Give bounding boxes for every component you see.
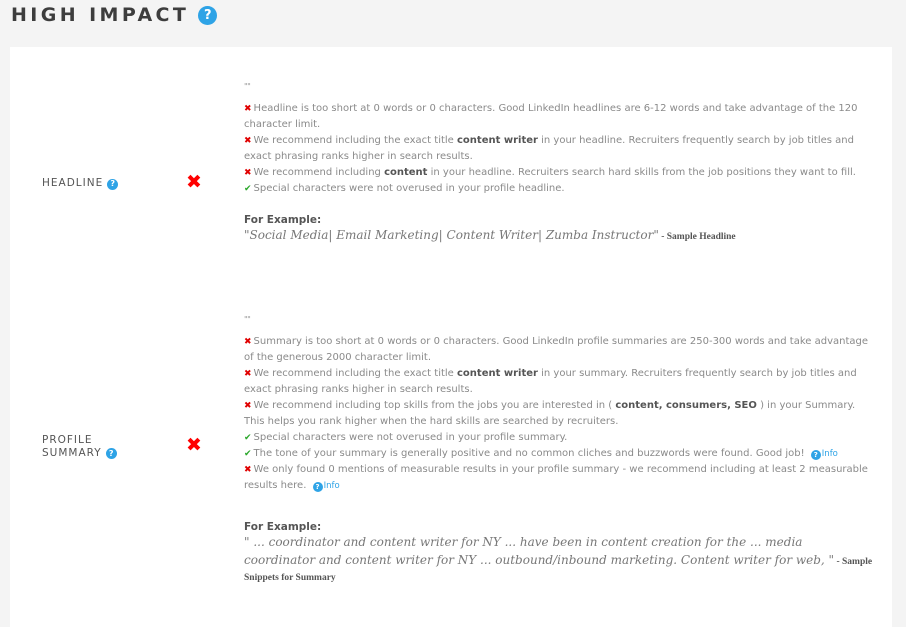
feedback-item: ✖ We recommend including the exact title …: [244, 133, 874, 165]
feedback-text: in your headline. Recruiters search hard…: [427, 167, 856, 178]
high-impact-panel: HEADLINE? ✖ "" ✖ Headline is too short at…: [10, 47, 892, 627]
headline-label-text: HEADLINE: [42, 177, 104, 189]
red-x-icon: ✖: [186, 434, 202, 456]
feedback-text: Headline is too short at 0 words or 0 ch…: [244, 103, 858, 130]
feedback-item: ✔ Special characters were not overused in…: [244, 181, 874, 197]
cross-icon: ✖: [244, 369, 252, 379]
info-link[interactable]: ? Info: [310, 481, 340, 492]
check-icon: ✔: [244, 433, 252, 443]
headline-feedback: "" ✖ Headline is too short at 0 words or …: [244, 79, 874, 245]
profile-summary-label: PROFILE SUMMARY?: [42, 434, 117, 460]
check-icon: ✔: [244, 449, 252, 459]
question-circle-icon: ?: [312, 482, 323, 492]
page-header: HIGH IMPACT ?: [11, 4, 218, 26]
feedback-text: We recommend including: [253, 167, 385, 178]
headline-current-value: "": [244, 82, 251, 91]
feedback-text: We recommend including the exact title: [253, 368, 457, 379]
feedback-item: ✖ We recommend including content in your …: [244, 165, 874, 181]
question-circle-icon[interactable]: ?: [107, 178, 119, 190]
cross-icon: ✖: [244, 136, 252, 146]
headline-example: "Social Media| Email Marketing| Content …: [244, 227, 874, 245]
info-link-label: Info: [821, 449, 838, 459]
feedback-text: The tone of your summary is generally po…: [253, 448, 808, 459]
profile-summary-feedback-list: ✖ Summary is too short at 0 words or 0 ch…: [244, 334, 874, 494]
page-title: HIGH IMPACT: [11, 4, 190, 26]
feedback-text: Summary is too short at 0 words or 0 cha…: [244, 336, 869, 363]
feedback-text: We recommend including top skills from t…: [253, 400, 616, 411]
feedback-keyword: content, consumers, SEO: [615, 400, 757, 411]
feedback-keyword: content: [384, 167, 428, 178]
question-circle-icon: ?: [810, 450, 821, 460]
feedback-text: Special characters were not overused in …: [253, 183, 565, 194]
profile-summary-example-label: For Example:: [244, 521, 322, 533]
feedback-text: We recommend including the exact title: [253, 135, 457, 146]
profile-summary-current-value: "": [244, 315, 251, 324]
feedback-item: ✖ Summary is too short at 0 words or 0 ch…: [244, 334, 874, 366]
headline-feedback-list: ✖ Headline is too short at 0 words or 0 c…: [244, 101, 874, 197]
cross-icon: ✖: [244, 168, 252, 178]
question-circle-icon[interactable]: ?: [198, 5, 218, 25]
feedback-keyword: content writer: [457, 368, 538, 379]
profile-summary-label-line2: SUMMARY: [42, 446, 102, 459]
info-link[interactable]: ? Info: [808, 449, 838, 460]
info-link-label: Info: [323, 481, 340, 491]
cross-icon: ✖: [244, 104, 252, 114]
feedback-item: ✖ Headline is too short at 0 words or 0 c…: [244, 101, 874, 133]
feedback-item: ✖ We recommend including top skills from …: [244, 398, 874, 430]
headline-example-text: "Social Media| Email Marketing| Content …: [244, 228, 659, 242]
feedback-keyword: content writer: [457, 135, 538, 146]
question-circle-icon[interactable]: ?: [105, 448, 117, 460]
check-icon: ✔: [244, 184, 252, 194]
cross-icon: ✖: [244, 465, 252, 475]
feedback-item: ✔ Special characters were not overused in…: [244, 430, 874, 446]
headline-label: HEADLINE?: [42, 177, 119, 190]
cross-icon: ✖: [244, 401, 252, 411]
feedback-text: Special characters were not overused in …: [253, 432, 568, 443]
feedback-item: ✖ We only found 0 mentions of measurable …: [244, 462, 874, 494]
feedback-item: ✖ We recommend including the exact title …: [244, 366, 874, 398]
profile-summary-label-line1: PROFILE: [42, 434, 93, 446]
cross-icon: ✖: [244, 337, 252, 347]
red-x-icon: ✖: [186, 171, 202, 193]
profile-summary-feedback: "" ✖ Summary is too short at 0 words or 0…: [244, 312, 874, 586]
feedback-item: ✔ The tone of your summary is generally p…: [244, 446, 874, 462]
profile-summary-example-text: " ... coordinator and content writer for…: [244, 535, 835, 567]
headline-example-suffix: - Sample Headline: [658, 232, 736, 242]
profile-summary-example: " ... coordinator and content writer for…: [244, 534, 874, 586]
headline-example-label: For Example:: [244, 214, 322, 226]
